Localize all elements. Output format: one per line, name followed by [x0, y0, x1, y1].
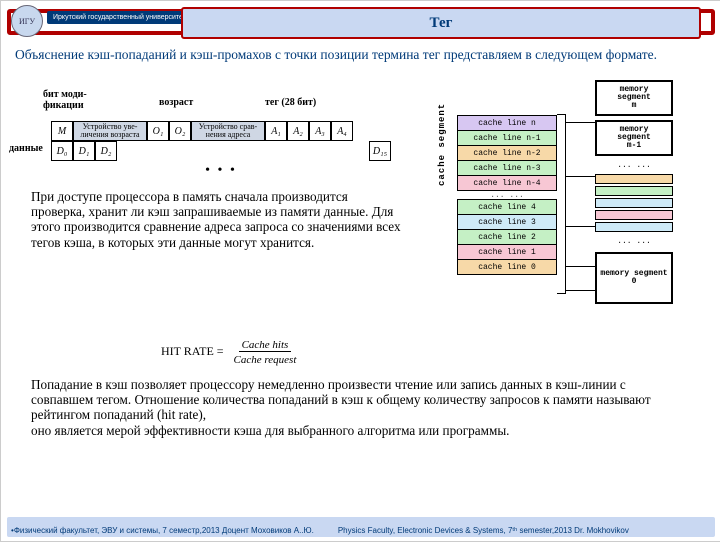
- formula-numerator: Cache hits: [239, 339, 292, 352]
- cell-A3: A₃: [309, 121, 331, 141]
- cell-O1: O₁: [147, 121, 169, 141]
- cache-line: cache line n: [457, 115, 557, 131]
- cache-line: cache line 4: [457, 199, 557, 215]
- cell-addr-device: Устройство срав-нения адреса: [191, 121, 265, 141]
- university-name: Иркутский государственный университет: [47, 11, 192, 24]
- cache-line: cache line n-4: [457, 175, 557, 191]
- ellipsis: • • •: [51, 163, 391, 179]
- university-logo: ИГУ: [11, 5, 43, 37]
- cell-A1: A₁: [265, 121, 287, 141]
- cell-A2: A₂: [287, 121, 309, 141]
- bottom-paragraph: Попадание в кэш позволяет процессору нем…: [31, 377, 691, 438]
- footer-right: Physics Faculty, Electronic Devices & Sy…: [338, 526, 629, 535]
- hit-rate-formula: HIT RATE = Cache hits Cache request: [161, 337, 299, 367]
- footer: •Физический факультет, ЭВУ и системы, 7 …: [11, 526, 711, 535]
- cache-line-format-diagram: бит моди- фикации возраст тег (28 бит) M…: [51, 91, 391, 179]
- formula-denominator: Cache request: [231, 354, 300, 366]
- mem-strip: [595, 186, 673, 196]
- cell-D15: D₁₅: [369, 141, 391, 161]
- cache-line: cache line n-2: [457, 145, 557, 161]
- cache-line: cache line 0: [457, 259, 557, 275]
- cache-line: cache line 1: [457, 244, 557, 260]
- cell-A4: A₄: [331, 121, 353, 141]
- mem-strip: [595, 210, 673, 220]
- label-modbit: бит моди- фикации: [43, 89, 87, 111]
- cell-M: M: [51, 121, 73, 141]
- cell-O2: O₂: [169, 121, 191, 141]
- cache-segment-label: cache segment: [437, 103, 447, 186]
- mem-strip: [595, 222, 673, 232]
- label-tag: тег (28 бит): [265, 97, 316, 108]
- cache-bracket: [557, 114, 566, 294]
- label-data: данные: [9, 143, 43, 154]
- cell-D2: D₂: [95, 141, 117, 161]
- cell-age-device: Устройство уве-личения возраста: [73, 121, 147, 141]
- cache-line: cache line 2: [457, 229, 557, 245]
- slide-title: Тег: [181, 7, 701, 39]
- mid-paragraph: При доступе процессора в память сначала …: [31, 189, 401, 250]
- cache-line: cache line 3: [457, 214, 557, 230]
- mem-seg-m: memory segment m: [595, 80, 673, 116]
- cell-D0: D₀: [51, 141, 73, 161]
- mem-gap: ... ...: [595, 160, 673, 172]
- mem-gap2: ... ...: [595, 236, 673, 248]
- cell-D1: D₁: [73, 141, 95, 161]
- formula-lhs: HIT RATE =: [161, 344, 224, 358]
- mem-seg-m1: memory segment m-1: [595, 120, 673, 156]
- cache-line: cache line n-3: [457, 160, 557, 176]
- mem-strip: [595, 174, 673, 184]
- cache-line: cache line n-1: [457, 130, 557, 146]
- label-age: возраст: [159, 97, 193, 108]
- intro-text: Объяснение кэш-попаданий и кэш-промахов …: [15, 47, 701, 63]
- footer-left: Физический факультет, ЭВУ и системы, 7 с…: [14, 526, 314, 535]
- mem-seg-0: memory segment 0: [595, 252, 673, 304]
- mem-strip: [595, 198, 673, 208]
